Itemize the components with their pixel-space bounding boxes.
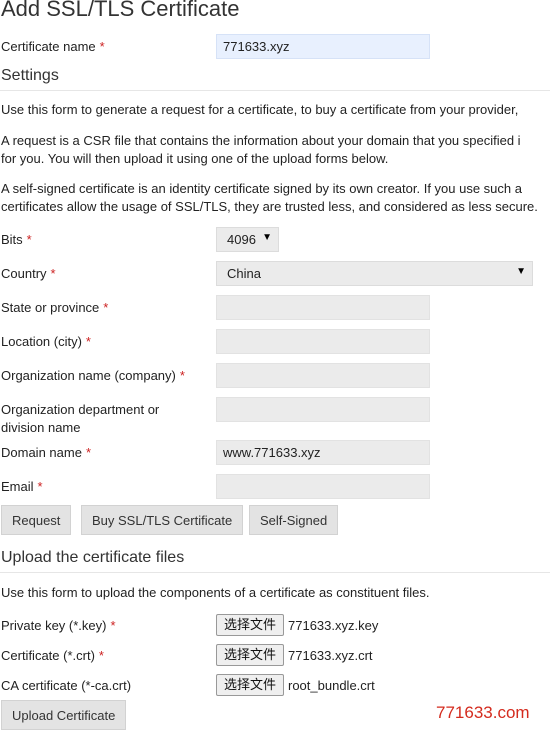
upload-certificate-button[interactable]: Upload Certificate	[1, 700, 127, 730]
domain-label-text: Domain name	[1, 445, 82, 460]
required-marker: *	[103, 300, 109, 315]
certificate-choose-file-button[interactable]: 选择文件	[216, 644, 284, 666]
bits-label: Bits *	[1, 232, 32, 247]
org-name-label-text: Organization name (company)	[1, 368, 176, 383]
dropdown-arrow-icon: ▼	[262, 232, 272, 243]
ca-certificate-label: CA certificate (*-ca.crt)	[1, 678, 132, 693]
required-marker: *	[85, 334, 91, 349]
required-marker: *	[37, 479, 43, 494]
bits-select-value: 4096	[227, 232, 256, 247]
required-marker: *	[99, 39, 105, 54]
certificate-name-label: Certificate name *	[1, 39, 105, 54]
location-input[interactable]	[216, 329, 430, 354]
org-name-label: Organization name (company) *	[1, 368, 185, 383]
org-dept-label-line2: division name	[1, 420, 81, 435]
location-label-text: Location (city)	[1, 334, 82, 349]
certificate-name-input[interactable]: 771633.xyz	[216, 34, 430, 59]
email-label-text: Email	[1, 479, 34, 494]
private-key-label: Private key (*.key) *	[1, 618, 116, 633]
state-label: State or province *	[1, 300, 108, 315]
certificate-filename: 771633.xyz.crt	[288, 648, 373, 663]
required-marker: *	[85, 445, 91, 460]
divider	[0, 90, 550, 91]
settings-paragraph: for you. You will then upload it using o…	[1, 151, 389, 166]
country-select[interactable]: China ▼	[216, 261, 533, 286]
certificate-label: Certificate (*.crt) *	[1, 648, 104, 663]
settings-paragraph: certificates allow the usage of SSL/TLS,…	[1, 199, 538, 214]
org-dept-label-line1: Organization department or	[1, 402, 160, 417]
page-title: Add SSL/TLS Certificate	[1, 0, 240, 21]
request-button[interactable]: Request	[1, 505, 72, 535]
country-select-value: China	[227, 266, 261, 281]
required-marker: *	[110, 618, 116, 633]
state-label-text: State or province	[1, 300, 100, 315]
settings-paragraph: A self-signed certificate is an identity…	[1, 181, 522, 196]
watermark: 771633.com	[436, 703, 530, 722]
required-marker: *	[179, 368, 185, 383]
upload-description: Use this form to upload the components o…	[1, 585, 430, 600]
ca-certificate-choose-file-button[interactable]: 选择文件	[216, 674, 284, 696]
state-input[interactable]	[216, 295, 430, 320]
private-key-label-text: Private key (*.key)	[1, 618, 107, 633]
bits-select[interactable]: 4096 ▼	[216, 227, 279, 252]
private-key-filename: 771633.xyz.key	[288, 618, 379, 633]
email-input[interactable]	[216, 474, 430, 499]
email-label: Email *	[1, 479, 43, 494]
dropdown-arrow-icon: ▼	[516, 266, 526, 277]
certificate-name-label-text: Certificate name	[1, 39, 96, 54]
country-label-text: Country	[1, 266, 47, 281]
required-marker: *	[26, 232, 32, 247]
bits-label-text: Bits	[1, 232, 23, 247]
country-label: Country *	[1, 266, 56, 281]
settings-title: Settings	[1, 67, 59, 84]
divider	[0, 572, 550, 573]
private-key-choose-file-button[interactable]: 选择文件	[216, 614, 284, 636]
settings-paragraph: A request is a CSR file that contains th…	[1, 133, 521, 148]
upload-title: Upload the certificate files	[1, 549, 185, 566]
domain-label: Domain name *	[1, 445, 91, 460]
required-marker: *	[50, 266, 56, 281]
location-label: Location (city) *	[1, 334, 91, 349]
required-marker: *	[98, 648, 104, 663]
ca-certificate-filename: root_bundle.crt	[288, 678, 375, 693]
buy-certificate-button[interactable]: Buy SSL/TLS Certificate	[81, 505, 244, 535]
org-name-input[interactable]	[216, 363, 430, 388]
self-signed-button[interactable]: Self-Signed	[249, 505, 339, 535]
settings-paragraph: Use this form to generate a request for …	[1, 102, 519, 117]
org-dept-input[interactable]	[216, 397, 430, 422]
domain-input[interactable]: www.771633.xyz	[216, 440, 430, 465]
certificate-label-text: Certificate (*.crt)	[1, 648, 95, 663]
